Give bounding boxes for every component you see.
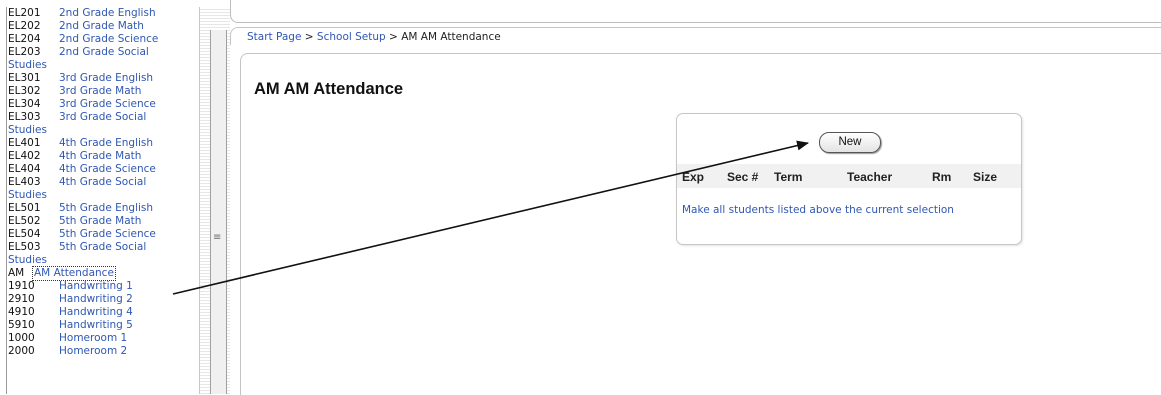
breadcrumb-separator: >: [304, 31, 314, 43]
course-code: AM: [8, 267, 25, 279]
course-list-item[interactable]: EL203 2nd Grade Social: [7, 46, 199, 59]
course-code: EL401: [8, 137, 41, 149]
course-code: EL204: [8, 33, 41, 45]
course-list-item[interactable]: EL301 3rd Grade English: [7, 72, 199, 85]
course-code: 2000: [8, 345, 35, 357]
course-name-wrap[interactable]: Studies: [8, 254, 47, 267]
course-name-continuation[interactable]: Studies: [7, 124, 199, 137]
breadcrumb-current: AM AM Attendance: [401, 31, 501, 43]
course-name-continuation[interactable]: Studies: [7, 59, 199, 72]
new-section-button[interactable]: New: [819, 132, 881, 153]
course-name-link[interactable]: Handwriting 1: [59, 280, 133, 293]
course-list-item[interactable]: EL503 5th Grade Social: [7, 241, 199, 254]
course-name-link[interactable]: 4th Grade Math: [59, 150, 141, 163]
course-code: EL304: [8, 98, 41, 110]
course-list-item[interactable]: AM AM Attendance: [7, 266, 199, 281]
course-list-item[interactable]: EL402 4th Grade Math: [7, 150, 199, 163]
breadcrumb: Start Page > School Setup > AM AM Attend…: [230, 27, 1161, 45]
current-selection-link[interactable]: Make all students listed above the curre…: [682, 204, 954, 216]
column-header-sec[interactable]: Sec #: [727, 170, 758, 184]
course-name-wrap[interactable]: Studies: [8, 124, 47, 137]
course-code: EL504: [8, 228, 41, 240]
course-list-item[interactable]: EL502 5th Grade Math: [7, 215, 199, 228]
course-list-item[interactable]: EL202 2nd Grade Math: [7, 20, 199, 33]
course-name-continuation[interactable]: Studies: [7, 254, 199, 267]
course-name-link[interactable]: 3rd Grade Social: [59, 111, 146, 124]
course-code: EL501: [8, 202, 41, 214]
course-list-item[interactable]: 2910 Handwriting 2: [7, 293, 199, 306]
course-list-item[interactable]: 1000 Homeroom 1: [7, 332, 199, 345]
course-code: EL503: [8, 241, 41, 253]
course-list-item[interactable]: 1910 Handwriting 1: [7, 280, 199, 293]
column-header-term[interactable]: Term: [774, 170, 802, 184]
course-name-link[interactable]: 3rd Grade Science: [59, 98, 156, 111]
course-list-item[interactable]: EL403 4th Grade Social: [7, 176, 199, 189]
course-code: EL203: [8, 46, 41, 58]
course-name-link[interactable]: 5th Grade English: [59, 202, 153, 215]
course-code: EL301: [8, 72, 41, 84]
course-list-item[interactable]: EL303 3rd Grade Social: [7, 111, 199, 124]
course-list-item[interactable]: EL302 3rd Grade Math: [7, 85, 199, 98]
course-name-link[interactable]: 2nd Grade Science: [59, 33, 158, 46]
column-header-teacher[interactable]: Teacher: [847, 170, 892, 184]
course-name-link[interactable]: 2nd Grade Social: [59, 46, 149, 59]
course-list-item[interactable]: EL304 3rd Grade Science: [7, 98, 199, 111]
course-code: EL201: [8, 7, 41, 19]
course-code: EL502: [8, 215, 41, 227]
course-name-link[interactable]: Homeroom 2: [59, 345, 127, 358]
course-code: EL403: [8, 176, 41, 188]
course-list-item[interactable]: EL504 5th Grade Science: [7, 228, 199, 241]
page-title: AM AM Attendance: [254, 80, 404, 98]
course-list-item[interactable]: 4910 Handwriting 4: [7, 306, 199, 319]
course-name-continuation[interactable]: Studies: [7, 189, 199, 202]
course-code: 1910: [8, 280, 35, 292]
course-code: EL302: [8, 85, 41, 97]
course-list-item[interactable]: EL501 5th Grade English: [7, 202, 199, 215]
breadcrumb-separator: >: [389, 31, 398, 43]
course-code: EL303: [8, 111, 41, 123]
course-code: 4910: [8, 306, 35, 318]
splitter-scroll-track[interactable]: [210, 30, 227, 394]
sections-table-header: Exp Sec # Term Teacher Rm Size: [677, 164, 1021, 188]
splitter-grip-icon[interactable]: ≡: [213, 232, 221, 243]
course-name-wrap[interactable]: Studies: [8, 59, 47, 72]
course-list-panel: EL201 2nd Grade English EL202 2nd Grade Mat…: [6, 7, 199, 394]
course-code: 1000: [8, 332, 35, 344]
sections-panel: New Exp Sec # Term Teacher Rm Size Make …: [676, 113, 1022, 245]
column-header-size[interactable]: Size: [973, 170, 997, 184]
course-code: EL202: [8, 20, 41, 32]
course-name-link[interactable]: 4th Grade Science: [59, 163, 156, 176]
course-name-link[interactable]: 4th Grade Social: [59, 176, 146, 189]
course-name-link[interactable]: 5th Grade Social: [59, 241, 146, 254]
course-list-item[interactable]: EL204 2nd Grade Science: [7, 33, 199, 46]
course-name-link[interactable]: 5th Grade Science: [59, 228, 156, 241]
course-name-link[interactable]: 3rd Grade English: [59, 72, 153, 85]
course-name-link[interactable]: 2nd Grade Math: [59, 20, 144, 33]
course-name-link[interactable]: 5th Grade Math: [59, 215, 141, 228]
course-name-wrap[interactable]: Studies: [8, 189, 47, 202]
course-list-item[interactable]: EL201 2nd Grade English: [7, 7, 199, 20]
top-frame: [230, 0, 1161, 23]
course-name-link[interactable]: Handwriting 2: [59, 293, 133, 306]
course-list-item[interactable]: EL404 4th Grade Science: [7, 163, 199, 176]
course-name-link[interactable]: 2nd Grade English: [59, 7, 156, 20]
course-name-link[interactable]: 4th Grade English: [59, 137, 153, 150]
course-list-item[interactable]: 5910 Handwriting 5: [7, 319, 199, 332]
column-header-exp[interactable]: Exp: [682, 170, 704, 184]
course-code: 5910: [8, 319, 35, 331]
breadcrumb-start-page-link[interactable]: Start Page: [247, 31, 301, 43]
course-name-link[interactable]: AM Attendance: [32, 266, 116, 281]
column-header-rm[interactable]: Rm: [932, 170, 951, 184]
course-code: EL404: [8, 163, 41, 175]
course-code: EL402: [8, 150, 41, 162]
course-name-link[interactable]: Handwriting 5: [59, 319, 133, 332]
course-list-item[interactable]: 2000 Homeroom 2: [7, 345, 199, 358]
course-name-link[interactable]: Homeroom 1: [59, 332, 127, 345]
course-name-link[interactable]: Handwriting 4: [59, 306, 133, 319]
breadcrumb-school-setup-link[interactable]: School Setup: [317, 31, 386, 43]
course-list-item[interactable]: EL401 4th Grade English: [7, 137, 199, 150]
course-code: 2910: [8, 293, 35, 305]
course-name-link[interactable]: 3rd Grade Math: [59, 85, 141, 98]
